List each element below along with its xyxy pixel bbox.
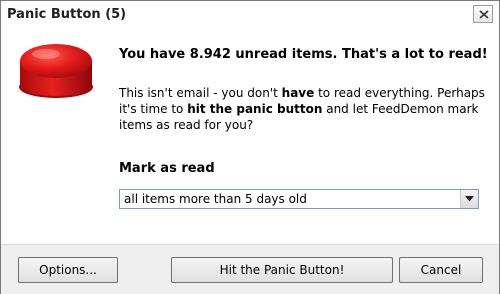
body-bold-panic: hit the panic button — [187, 102, 323, 116]
cancel-button[interactable]: Cancel — [399, 257, 483, 283]
options-button[interactable]: Options... — [18, 257, 118, 283]
message-body: This isn't email - you don't have to rea… — [119, 85, 489, 133]
close-icon — [479, 10, 489, 19]
body-text-1: This isn't email - you don't — [119, 86, 282, 100]
red-panic-button-icon — [19, 44, 93, 98]
window-title: Panic Button (5) — [7, 7, 127, 22]
button-bar: Options... Hit the Panic Button! Cancel — [1, 244, 499, 294]
chevron-down-icon — [465, 196, 474, 202]
panic-button-dialog: Panic Button (5) You have 8.942 unread i… — [0, 0, 500, 294]
select-value: all items more than 5 days old — [124, 192, 307, 206]
mark-as-read-label: Mark as read — [119, 161, 215, 176]
body-bold-have: have — [281, 86, 315, 100]
hit-panic-button[interactable]: Hit the Panic Button! — [171, 257, 393, 283]
close-button[interactable] — [473, 5, 493, 23]
title-bar: Panic Button (5) — [1, 1, 499, 29]
mark-as-read-select[interactable]: all items more than 5 days old — [119, 189, 479, 209]
dialog-content: You have 8.942 unread items. That's a lo… — [1, 29, 499, 244]
dropdown-button[interactable] — [460, 190, 478, 208]
headline: You have 8.942 unread items. That's a lo… — [119, 47, 488, 62]
